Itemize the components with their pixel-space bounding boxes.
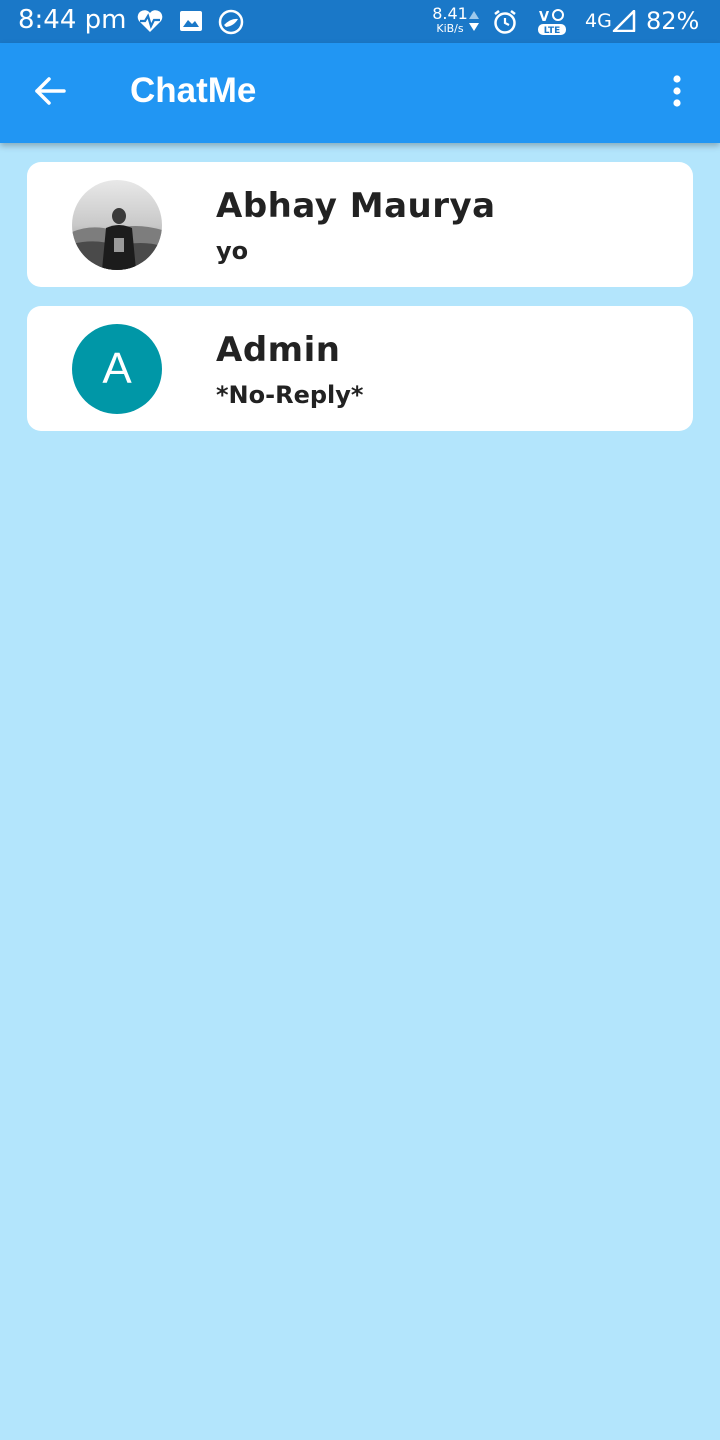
arrow-back-icon xyxy=(33,76,67,111)
app-notification-icon xyxy=(218,9,244,40)
last-message: *No-Reply* xyxy=(216,381,364,409)
last-message: yo xyxy=(216,237,249,265)
chat-list: Abhay Maurya yo A Admin *No-Reply* xyxy=(27,162,693,450)
contact-name: Admin xyxy=(216,330,341,370)
alarm-icon xyxy=(492,9,518,40)
data-arrows-icon xyxy=(468,10,480,37)
app-bar: ChatMe xyxy=(0,43,720,143)
chat-item[interactable]: A Admin *No-Reply* xyxy=(27,306,693,431)
svg-text:LTE: LTE xyxy=(544,26,561,36)
overflow-menu-button[interactable] xyxy=(656,69,698,117)
network-speed-unit: KiB/s xyxy=(436,22,464,35)
gallery-icon xyxy=(180,11,202,36)
back-button[interactable] xyxy=(28,71,72,115)
heart-pulse-icon xyxy=(136,8,164,39)
contact-name: Abhay Maurya xyxy=(216,186,496,226)
app-title: ChatMe xyxy=(130,71,257,110)
network-speed: 8.41 KiB/s xyxy=(430,4,470,35)
more-vert-icon xyxy=(672,74,682,112)
battery-level: 82% xyxy=(646,7,700,35)
svg-text:V: V xyxy=(539,10,549,25)
status-bar: 8:44 pm 8.41 KiB/s V LTE 4G 82% xyxy=(0,0,720,43)
avatar[interactable]: A xyxy=(72,324,162,414)
signal-icon xyxy=(612,9,636,37)
avatar-initial: A xyxy=(102,344,132,393)
network-speed-value: 8.41 xyxy=(432,4,468,23)
status-time: 8:44 pm xyxy=(18,5,127,35)
chat-item[interactable]: Abhay Maurya yo xyxy=(27,162,693,287)
volte-icon: V LTE xyxy=(537,7,567,42)
avatar[interactable] xyxy=(72,180,162,270)
network-type: 4G xyxy=(585,10,612,32)
